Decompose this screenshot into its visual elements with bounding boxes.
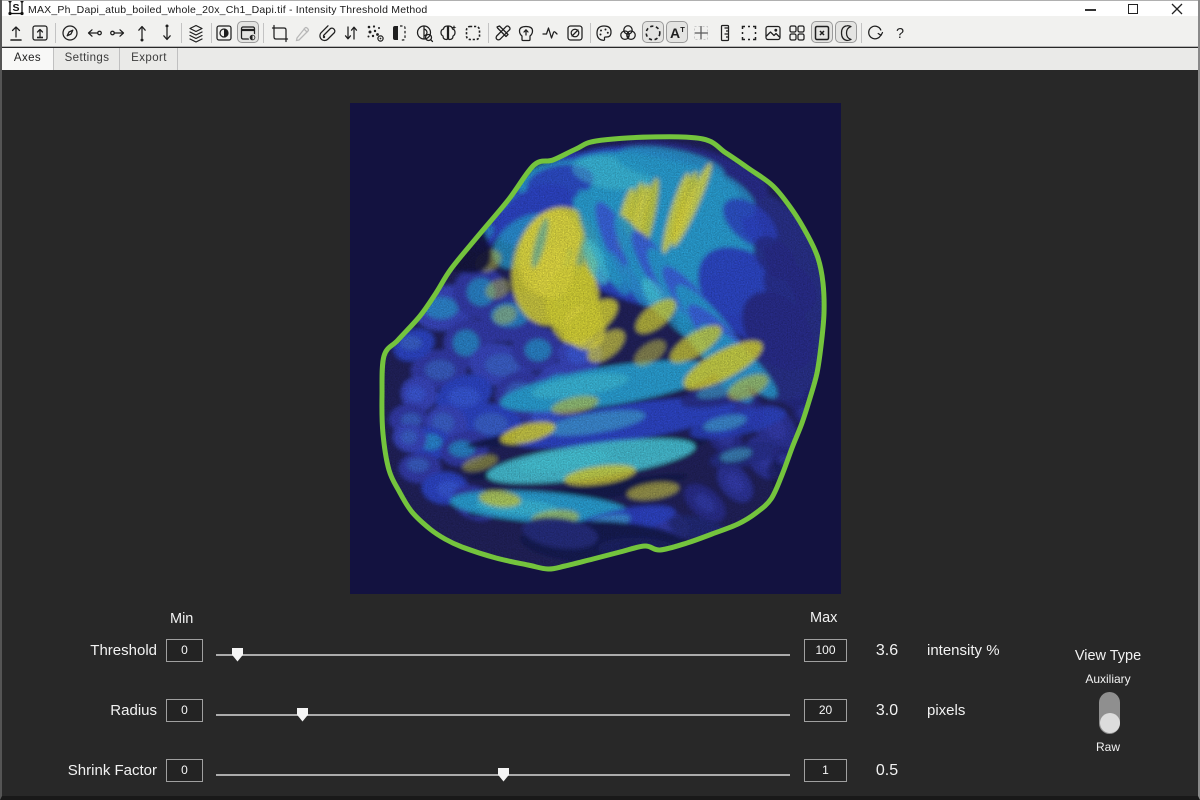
svg-text:S: S <box>12 2 19 14</box>
svg-text:A: A <box>670 25 680 41</box>
svg-text:?: ? <box>896 26 904 42</box>
svg-text:T: T <box>680 25 685 34</box>
